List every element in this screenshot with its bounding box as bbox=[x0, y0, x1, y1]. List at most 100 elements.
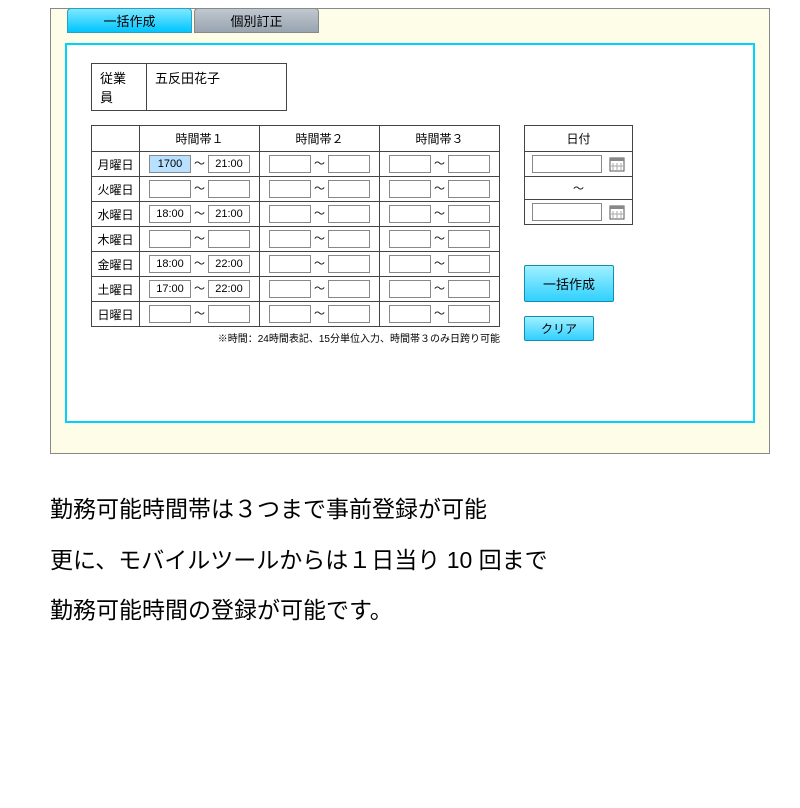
slot1-from-input[interactable] bbox=[149, 305, 191, 323]
slot3-to-input[interactable] bbox=[448, 230, 490, 248]
slot2-from-input[interactable] bbox=[269, 155, 311, 173]
tab-bulk-create[interactable]: 一括作成 bbox=[67, 8, 192, 33]
description-line-2: 更に、モバイルツールからは１日当り 10 回まで bbox=[50, 535, 770, 586]
day-label: 木曜日 bbox=[92, 227, 140, 252]
slot1-from-input[interactable] bbox=[149, 280, 191, 298]
col-day bbox=[92, 126, 140, 152]
slot2-from-input[interactable] bbox=[269, 305, 311, 323]
col-date: 日付 bbox=[525, 126, 633, 152]
slot-3-cell: 〜 bbox=[380, 177, 500, 202]
slot3-from-input[interactable] bbox=[389, 255, 431, 273]
slot3-to-input[interactable] bbox=[448, 155, 490, 173]
calendar-icon[interactable] bbox=[609, 204, 625, 220]
slot3-to-input[interactable] bbox=[448, 205, 490, 223]
tilde: 〜 bbox=[434, 183, 445, 195]
slot-1-cell: 〜 bbox=[140, 252, 260, 277]
tilde: 〜 bbox=[434, 283, 445, 295]
schedule-table: 時間帯１ 時間帯２ 時間帯３ 月曜日〜〜〜火曜日〜〜〜水曜日〜〜〜木曜日〜〜〜金… bbox=[91, 125, 500, 327]
slot2-from-input[interactable] bbox=[269, 205, 311, 223]
day-label: 日曜日 bbox=[92, 302, 140, 327]
slot2-to-input[interactable] bbox=[328, 205, 370, 223]
tilde: 〜 bbox=[434, 208, 445, 220]
tilde: 〜 bbox=[194, 258, 205, 270]
slot3-from-input[interactable] bbox=[389, 280, 431, 298]
day-label: 火曜日 bbox=[92, 177, 140, 202]
col-slot1: 時間帯１ bbox=[140, 126, 260, 152]
slot1-to-input[interactable] bbox=[208, 230, 250, 248]
slot2-to-input[interactable] bbox=[328, 230, 370, 248]
tilde: 〜 bbox=[434, 158, 445, 170]
clear-button[interactable]: クリア bbox=[524, 316, 594, 341]
slot3-from-input[interactable] bbox=[389, 230, 431, 248]
tilde: 〜 bbox=[314, 308, 325, 320]
col-slot2: 時間帯２ bbox=[260, 126, 380, 152]
slot1-to-input[interactable] bbox=[208, 180, 250, 198]
slot-1-cell: 〜 bbox=[140, 302, 260, 327]
slot1-to-input[interactable] bbox=[208, 155, 250, 173]
table-row: 土曜日〜〜〜 bbox=[92, 277, 500, 302]
slot3-to-input[interactable] bbox=[448, 305, 490, 323]
day-label: 土曜日 bbox=[92, 277, 140, 302]
main-row: 時間帯１ 時間帯２ 時間帯３ 月曜日〜〜〜火曜日〜〜〜水曜日〜〜〜木曜日〜〜〜金… bbox=[91, 125, 729, 345]
slot1-from-input[interactable] bbox=[149, 230, 191, 248]
slot-2-cell: 〜 bbox=[260, 302, 380, 327]
footer-note: ※時間：24時間表記、15分単位入力、時間帯３のみ日跨り可能 bbox=[91, 327, 500, 345]
tilde: 〜 bbox=[314, 258, 325, 270]
employee-name: 五反田花子 bbox=[147, 63, 287, 111]
slot-1-cell: 〜 bbox=[140, 202, 260, 227]
slot-1-cell: 〜 bbox=[140, 152, 260, 177]
bulk-create-button[interactable]: 一括作成 bbox=[524, 265, 614, 302]
slot-2-cell: 〜 bbox=[260, 177, 380, 202]
day-label: 水曜日 bbox=[92, 202, 140, 227]
slot-1-cell: 〜 bbox=[140, 177, 260, 202]
table-row: 月曜日 〜 〜 〜 bbox=[92, 152, 500, 177]
tilde: 〜 bbox=[194, 208, 205, 220]
date-to-input[interactable] bbox=[532, 203, 602, 221]
slot3-to-input[interactable] bbox=[448, 180, 490, 198]
slot3-from-input[interactable] bbox=[389, 155, 431, 173]
slot-3-cell: 〜 bbox=[380, 202, 500, 227]
slot1-from-input[interactable] bbox=[149, 255, 191, 273]
employee-label: 従業員 bbox=[91, 63, 147, 111]
slot2-to-input[interactable] bbox=[328, 180, 370, 198]
table-row: 水曜日 〜 〜 〜 bbox=[92, 202, 500, 227]
description-line-1: 勤務可能時間帯は３つまで事前登録が可能 bbox=[50, 484, 770, 535]
day-label: 月曜日 bbox=[92, 152, 140, 177]
slot-3-cell: 〜 bbox=[380, 252, 500, 277]
slot2-from-input[interactable] bbox=[269, 180, 311, 198]
col-slot3: 時間帯３ bbox=[380, 126, 500, 152]
slot3-from-input[interactable] bbox=[389, 205, 431, 223]
slot2-from-input[interactable] bbox=[269, 280, 311, 298]
tilde: 〜 bbox=[314, 208, 325, 220]
slot2-from-input[interactable] bbox=[269, 230, 311, 248]
table-row: 金曜日〜〜〜 bbox=[92, 252, 500, 277]
tab-individual-edit[interactable]: 個別訂正 bbox=[194, 8, 319, 33]
slot2-from-input[interactable] bbox=[269, 255, 311, 273]
slot1-to-input[interactable] bbox=[208, 305, 250, 323]
table-row: 火曜日〜〜〜 bbox=[92, 177, 500, 202]
tilde: 〜 bbox=[314, 283, 325, 295]
slot-2-cell: 〜 bbox=[260, 277, 380, 302]
date-from-input[interactable] bbox=[532, 155, 602, 173]
slot3-to-input[interactable] bbox=[448, 280, 490, 298]
slot1-to-input[interactable] bbox=[208, 280, 250, 298]
slot1-from-input[interactable] bbox=[149, 155, 191, 173]
slot3-from-input[interactable] bbox=[389, 180, 431, 198]
table-row: 木曜日〜〜〜 bbox=[92, 227, 500, 252]
slot1-to-input[interactable] bbox=[208, 205, 250, 223]
tilde: 〜 bbox=[434, 308, 445, 320]
tilde: 〜 bbox=[194, 158, 205, 170]
slot2-to-input[interactable] bbox=[328, 255, 370, 273]
slot2-to-input[interactable] bbox=[328, 155, 370, 173]
slot1-to-input[interactable] bbox=[208, 255, 250, 273]
tilde: 〜 bbox=[194, 233, 205, 245]
slot1-from-input[interactable] bbox=[149, 205, 191, 223]
slot2-to-input[interactable] bbox=[328, 280, 370, 298]
slot-2-cell: 〜 bbox=[260, 152, 380, 177]
slot2-to-input[interactable] bbox=[328, 305, 370, 323]
calendar-icon[interactable] bbox=[609, 156, 625, 172]
slot3-from-input[interactable] bbox=[389, 305, 431, 323]
slot-3-cell: 〜 bbox=[380, 152, 500, 177]
slot1-from-input[interactable] bbox=[149, 180, 191, 198]
slot3-to-input[interactable] bbox=[448, 255, 490, 273]
